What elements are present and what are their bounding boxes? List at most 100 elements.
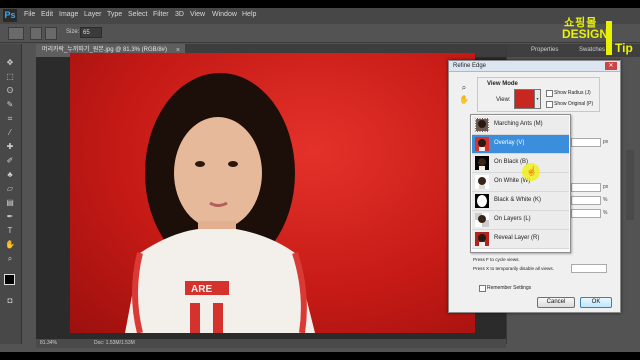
quick-select-tool-icon[interactable]: ✎ — [4, 100, 16, 110]
view-thumb-black-icon — [475, 156, 489, 170]
zoom-level[interactable]: 81.34% — [40, 340, 57, 346]
unit-label: % — [603, 197, 608, 203]
doc-size-info: Doc: 1.53M/1.53M — [94, 340, 135, 346]
menu-help[interactable]: Help — [242, 11, 256, 18]
view-option-overlay[interactable]: Overlay (V) — [472, 135, 569, 154]
radius-field[interactable] — [571, 138, 601, 147]
chevron-down-icon[interactable]: ▾ — [534, 89, 541, 109]
view-thumb-marching-icon — [475, 118, 489, 132]
contrast-field[interactable] — [571, 209, 601, 218]
zoom-tool-icon[interactable]: ⌕ — [458, 83, 470, 93]
menu-window[interactable]: Window — [212, 11, 237, 18]
view-option-label: Reveal Layer (R) — [494, 235, 540, 241]
menu-bar: Ps File Edit Image Layer Type Select Fil… — [0, 8, 640, 24]
tab-properties[interactable]: Properties — [531, 47, 558, 53]
view-label: View: — [496, 97, 511, 103]
view-option-on-black[interactable]: On Black (B) — [472, 154, 569, 173]
show-radius-label: Show Radius (J) — [554, 90, 591, 96]
pen-tool-icon[interactable]: ✒ — [4, 212, 16, 222]
gradient-tool-icon[interactable]: ▤ — [4, 198, 16, 208]
view-option-marching-ants[interactable]: Marching Ants (M) — [472, 116, 569, 135]
unit-label: % — [603, 210, 608, 216]
remember-settings-label: Remember Settings — [487, 285, 532, 291]
menu-layer[interactable]: Layer — [84, 11, 102, 18]
view-mode-dropdown: Marching Ants (M) Overlay (V) On Black (… — [470, 114, 571, 253]
view-option-black-white[interactable]: Black & White (K) — [472, 192, 569, 211]
girl-photo-image: ARE — [125, 73, 315, 333]
menu-select[interactable]: Select — [128, 11, 147, 18]
design-tip-watermark: 쇼핑몰 DESIGN Tip — [558, 8, 640, 58]
view-option-on-white[interactable]: On White (W) — [472, 173, 569, 192]
hand-tool-icon[interactable]: ✋ — [4, 240, 16, 250]
watermark-bar — [606, 21, 612, 55]
menu-filter[interactable]: Filter — [153, 11, 169, 18]
lasso-tool-icon[interactable]: ʘ — [4, 86, 16, 96]
show-original-checkbox[interactable] — [546, 101, 553, 108]
status-bar: 81.34% Doc: 1.53M/1.53M — [36, 339, 506, 348]
hint-disable-views: Press X to temporarily disable all views… — [473, 266, 554, 271]
pointer-hand-icon: ☝ — [526, 166, 538, 176]
view-thumb-overlay-icon — [475, 137, 489, 151]
menu-type[interactable]: Type — [107, 11, 122, 18]
view-option-label: On Black (B) — [494, 159, 529, 165]
view-option-label: On Layers (L) — [494, 216, 531, 222]
eraser-tool-icon[interactable]: ▱ — [4, 184, 16, 194]
photoshop-logo: Ps — [3, 9, 17, 22]
watermark-middle-text: DESIGN — [562, 27, 609, 41]
view-thumb-bw-icon — [475, 194, 489, 208]
menu-file[interactable]: File — [24, 11, 35, 18]
menu-edit[interactable]: Edit — [41, 11, 53, 18]
smooth-field[interactable] — [571, 183, 601, 192]
size-input[interactable]: 65 — [80, 27, 102, 38]
dialog-title-bar[interactable]: Refine Edge ✕ — [449, 61, 620, 72]
remember-settings-checkbox[interactable] — [479, 285, 486, 292]
crop-tool-icon[interactable]: ⌗ — [4, 114, 16, 124]
refine-edge-dialog: Refine Edge ✕ ⌕ ✋ View Mode View: ▾ Show… — [448, 60, 621, 313]
healing-tool-icon[interactable]: ✚ — [4, 142, 16, 152]
output-select[interactable] — [571, 264, 607, 273]
unit-label: px — [603, 139, 609, 145]
svg-text:ARE: ARE — [191, 284, 212, 295]
show-radius-checkbox[interactable] — [546, 90, 553, 97]
feather-field[interactable] — [571, 196, 601, 205]
view-thumb-layers-icon — [475, 213, 489, 227]
view-option-label: Black & White (K) — [494, 197, 542, 203]
options-bar: Size: 65 — [0, 24, 640, 43]
cancel-button[interactable]: Cancel — [537, 297, 575, 308]
stamp-tool-icon[interactable]: ♣ — [4, 170, 16, 180]
close-icon[interactable]: ✕ — [605, 62, 617, 70]
view-option-label: Marching Ants (M) — [494, 121, 543, 127]
watermark-bottom-text: Tip — [615, 41, 633, 55]
hand-tool-icon[interactable]: ✋ — [458, 95, 470, 105]
unit-label: px — [603, 184, 609, 190]
move-tool-icon[interactable]: ✥ — [4, 58, 16, 68]
brush-add-icon[interactable] — [30, 27, 42, 40]
zoom-tool-icon[interactable]: ⌕ — [4, 254, 16, 264]
menu-3d[interactable]: 3D — [175, 11, 184, 18]
show-original-label: Show Original (P) — [554, 101, 594, 107]
view-mode-thumbnail[interactable] — [514, 89, 535, 109]
quick-mask-icon[interactable]: ◘ — [4, 296, 16, 306]
view-option-label: Overlay (V) — [494, 140, 525, 146]
foreground-color-swatch[interactable] — [4, 274, 15, 285]
brush-preset-picker[interactable] — [8, 27, 24, 40]
view-option-on-layers[interactable]: On Layers (L) — [472, 211, 569, 230]
menu-image[interactable]: Image — [59, 11, 78, 18]
menu-view[interactable]: View — [190, 11, 205, 18]
view-thumb-white-icon — [475, 175, 489, 189]
marquee-tool-icon[interactable]: ⬚ — [4, 72, 16, 82]
panel-scrollbar[interactable] — [626, 150, 634, 220]
view-mode-title: View Mode — [487, 81, 518, 87]
tools-panel: ✥ ⬚ ʘ ✎ ⌗ ⁄ ✚ ✐ ♣ ▱ ▤ ✒ T ✋ ⌕ ◘ — [0, 44, 22, 344]
brush-tool-icon[interactable]: ✐ — [4, 156, 16, 166]
photo-canvas[interactable]: ARE — [70, 53, 475, 333]
view-thumb-reveal-icon — [475, 232, 489, 246]
hint-cycle-views: Press F to cycle views. — [473, 257, 520, 262]
view-option-reveal-layer[interactable]: Reveal Layer (R) — [472, 230, 569, 249]
brush-subtract-icon[interactable] — [45, 27, 57, 40]
size-label: Size: — [66, 29, 80, 35]
eyedropper-tool-icon[interactable]: ⁄ — [4, 128, 16, 138]
type-tool-icon[interactable]: T — [4, 226, 16, 236]
ok-button[interactable]: OK — [580, 297, 612, 308]
dialog-title: Refine Edge — [453, 63, 487, 69]
